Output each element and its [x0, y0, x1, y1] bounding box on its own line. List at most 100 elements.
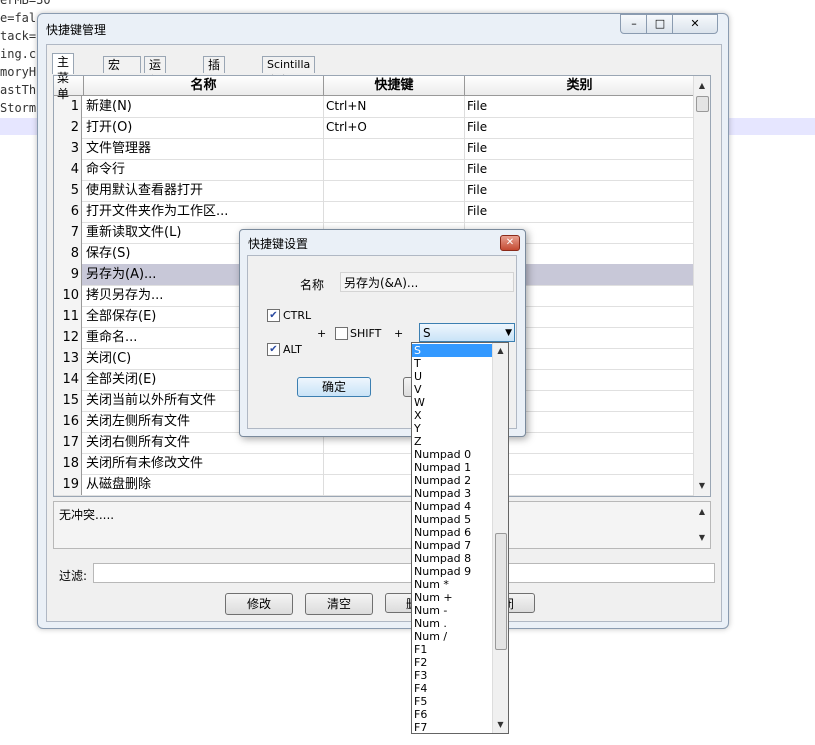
tab-main-menu[interactable]: 主菜单 — [52, 53, 75, 101]
row-name: 打开(O) — [84, 117, 324, 138]
header-category[interactable]: 类别 — [465, 76, 694, 95]
row-number: 5 — [54, 180, 82, 201]
table-row[interactable]: 19 从磁盘删除 — [54, 474, 694, 496]
minimize-button[interactable]: – — [620, 14, 648, 34]
dropdown-option[interactable]: Numpad 0 — [412, 448, 492, 461]
row-name: 文件管理器 — [84, 138, 324, 159]
row-number: 10 — [54, 285, 82, 306]
header-shortcut[interactable]: 快捷键 — [324, 76, 465, 95]
table-row[interactable]: 3 文件管理器 File — [54, 138, 694, 160]
alt-checkbox[interactable]: ✔ — [267, 343, 280, 356]
row-shortcut — [324, 201, 465, 222]
filter-input[interactable] — [93, 563, 715, 583]
dropdown-option[interactable]: Num - — [412, 604, 492, 617]
dropdown-option[interactable]: X — [412, 409, 492, 422]
dropdown-option[interactable]: Numpad 8 — [412, 552, 492, 565]
dropdown-option[interactable]: F5 — [412, 695, 492, 708]
row-name: 从磁盘删除 — [84, 474, 324, 495]
dropdown-option[interactable]: Num / — [412, 630, 492, 643]
status-scroll-up-icon[interactable]: ▲ — [694, 504, 710, 520]
dropdown-option[interactable]: Num . — [412, 617, 492, 630]
dropdown-option[interactable]: Numpad 2 — [412, 474, 492, 487]
row-number: 2 — [54, 117, 82, 138]
key-combobox-value: S — [423, 326, 431, 340]
dropdown-option[interactable]: V — [412, 383, 492, 396]
grid-scrollbar[interactable]: ▲ ▼ — [693, 76, 710, 496]
row-name: 关闭所有未修改文件 — [84, 453, 324, 474]
scroll-up-icon[interactable]: ▲ — [694, 78, 710, 94]
dropdown-option[interactable]: Numpad 5 — [412, 513, 492, 526]
dropdown-option[interactable]: U — [412, 370, 492, 383]
table-row[interactable]: 2 打开(O) Ctrl+O File — [54, 117, 694, 139]
dropdown-option[interactable]: F6 — [412, 708, 492, 721]
dropdown-option[interactable]: F7 — [412, 721, 492, 733]
close-button[interactable]: ✕ — [672, 14, 718, 34]
dropdown-option[interactable]: F3 — [412, 669, 492, 682]
row-name: 打开文件夹作为工作区... — [84, 201, 324, 222]
row-number: 12 — [54, 327, 82, 348]
scroll-down-icon[interactable]: ▼ — [694, 478, 710, 494]
row-number: 9 — [54, 264, 82, 285]
dropdown-option[interactable]: Y — [412, 422, 492, 435]
table-row[interactable]: 6 打开文件夹作为工作区... File — [54, 201, 694, 223]
ok-button[interactable]: 确定 — [297, 377, 371, 397]
dropdown-option[interactable]: Numpad 6 — [412, 526, 492, 539]
row-number: 11 — [54, 306, 82, 327]
clear-button[interactable]: 清空 — [305, 593, 373, 615]
dropdown-scroll-up-icon[interactable]: ▲ — [493, 343, 508, 359]
key-combobox[interactable]: S ▼ — [419, 323, 515, 342]
maximize-button[interactable]: □ — [646, 14, 674, 34]
dropdown-option[interactable]: T — [412, 357, 492, 370]
row-category: File — [467, 120, 488, 134]
row-number: 14 — [54, 369, 82, 390]
tab-run-commands[interactable]: 运行命令 — [144, 56, 167, 120]
dropdown-scroll-down-icon[interactable]: ▼ — [493, 717, 508, 733]
shift-checkbox[interactable] — [335, 327, 348, 340]
dropdown-option[interactable]: Numpad 1 — [412, 461, 492, 474]
dropdown-option[interactable]: Numpad 4 — [412, 500, 492, 513]
row-shortcut: Ctrl+O — [324, 117, 465, 138]
header-name[interactable]: 名称 — [84, 76, 324, 95]
table-row[interactable]: 5 使用默认查看器打开 File — [54, 180, 694, 202]
dropdown-option[interactable]: Numpad 3 — [412, 487, 492, 500]
row-number: 6 — [54, 201, 82, 222]
table-row[interactable]: 18 关闭所有未修改文件 — [54, 453, 694, 475]
tab-plugin-commands[interactable]: 插件命令 — [203, 56, 226, 120]
window-title: 快捷键管理 — [46, 23, 107, 37]
dropdown-option[interactable]: F2 — [412, 656, 492, 669]
row-number: 19 — [54, 474, 82, 495]
table-row[interactable]: 4 命令行 File — [54, 159, 694, 181]
alt-label: ALT — [283, 343, 302, 356]
dropdown-option[interactable]: S — [412, 344, 492, 357]
status-scroll-down-icon[interactable]: ▼ — [694, 530, 710, 546]
row-category: File — [467, 183, 488, 197]
row-shortcut — [324, 180, 465, 201]
dropdown-option[interactable]: Num * — [412, 578, 492, 591]
dropdown-option[interactable]: Numpad 9 — [412, 565, 492, 578]
dropdown-scrollbar[interactable]: ▲ ▼ — [492, 343, 508, 733]
tab-macro[interactable]: 宏 — [103, 56, 141, 73]
dropdown-scrollbar-thumb[interactable] — [495, 533, 507, 650]
key-dropdown-list[interactable]: S T U V W X Y Z Numpad 0 Numpad 1 Numpad 2 Numpad 3… — [411, 342, 509, 734]
row-category: File — [467, 99, 488, 113]
dropdown-option[interactable]: Z — [412, 435, 492, 448]
ctrl-checkbox[interactable]: ✔ — [267, 309, 280, 322]
modify-button[interactable]: 修改 — [225, 593, 293, 615]
tab-scintilla-commands[interactable]: Scintilla命令 — [262, 56, 316, 87]
grid-header: 名称 快捷键 类别 — [54, 76, 694, 96]
row-category: File — [467, 204, 488, 218]
dropdown-option[interactable]: F4 — [412, 682, 492, 695]
row-name: 命令行 — [84, 159, 324, 180]
scrollbar-thumb[interactable] — [696, 96, 709, 112]
row-number: 7 — [54, 222, 82, 243]
ctrl-label: CTRL — [283, 309, 312, 322]
table-row[interactable]: 1 新建(N) Ctrl+N File — [54, 96, 694, 118]
dropdown-option[interactable]: F1 — [412, 643, 492, 656]
dropdown-option[interactable]: Numpad 7 — [412, 539, 492, 552]
dropdown-option[interactable]: Num + — [412, 591, 492, 604]
chevron-down-icon[interactable]: ▼ — [505, 324, 512, 343]
dropdown-option[interactable]: W — [412, 396, 492, 409]
dialog-close-button[interactable]: ✕ — [500, 235, 520, 251]
plus-sign: + — [317, 327, 327, 340]
name-field: 另存为(&A)... — [340, 272, 514, 292]
